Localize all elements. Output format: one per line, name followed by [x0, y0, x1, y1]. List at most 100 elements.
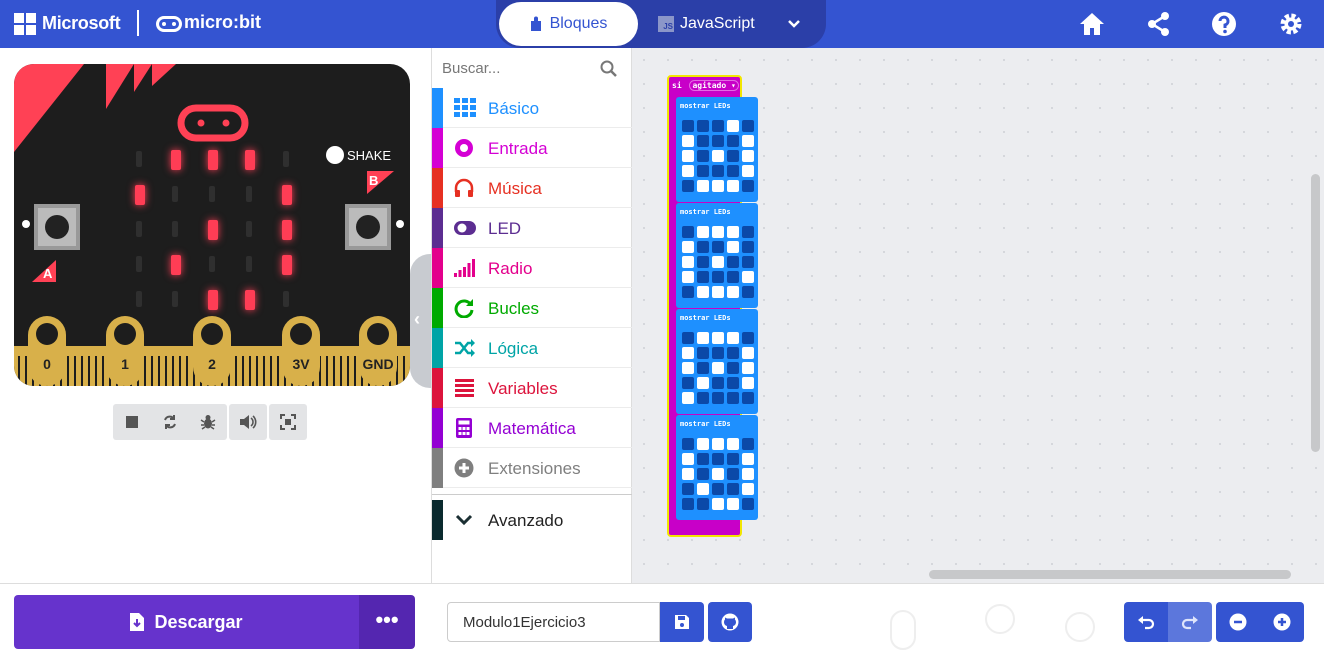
led-cell[interactable] — [727, 256, 739, 268]
led-cell[interactable] — [697, 135, 709, 147]
led-cell[interactable] — [712, 332, 724, 344]
led-cell[interactable] — [712, 226, 724, 238]
led-cell[interactable] — [682, 347, 694, 359]
led-cell[interactable] — [727, 120, 739, 132]
led-cell[interactable] — [712, 483, 724, 495]
led-cell[interactable] — [712, 377, 724, 389]
led-cell[interactable] — [697, 453, 709, 465]
led-cell[interactable] — [712, 241, 724, 253]
category-radio[interactable]: Radio — [432, 248, 632, 288]
category-matematica[interactable]: Matemática — [432, 408, 632, 448]
share-button[interactable] — [1145, 10, 1173, 38]
button-a[interactable] — [34, 204, 80, 250]
category-basico[interactable]: Básico — [432, 88, 632, 128]
category-logica[interactable]: Lógica — [432, 328, 632, 368]
led-cell[interactable] — [697, 332, 709, 344]
category-entrada[interactable]: Entrada — [432, 128, 632, 168]
category-led[interactable]: LED — [432, 208, 632, 248]
redo-button[interactable] — [1168, 602, 1212, 642]
download-button[interactable]: Descargar — [14, 595, 359, 649]
category-extensiones[interactable]: Extensiones — [432, 448, 632, 488]
led-cell[interactable] — [697, 271, 709, 283]
led-cell[interactable] — [742, 483, 754, 495]
led-cell[interactable] — [712, 271, 724, 283]
stop-button[interactable] — [113, 404, 151, 440]
led-cell[interactable] — [712, 150, 724, 162]
shake-button[interactable] — [326, 146, 344, 164]
led-cell[interactable] — [727, 135, 739, 147]
show-leds-block[interactable]: mostrar LEDs — [676, 415, 758, 520]
category-avanzado[interactable]: Avanzado — [432, 500, 632, 540]
led-cell[interactable] — [697, 362, 709, 374]
led-cell[interactable] — [712, 362, 724, 374]
more-options-button[interactable]: ••• — [359, 595, 415, 649]
on-shake-event-block[interactable]: si agitado ▾ mostrar LEDs mostrar LEDs m… — [667, 75, 758, 537]
led-cell[interactable] — [682, 468, 694, 480]
led-cell[interactable] — [697, 226, 709, 238]
led-cell[interactable] — [682, 453, 694, 465]
tab-javascript[interactable]: JS JavaScript — [658, 2, 768, 46]
led-cell[interactable] — [742, 150, 754, 162]
led-cell[interactable] — [697, 483, 709, 495]
blocks-workspace[interactable]: si agitado ▾ mostrar LEDs mostrar LEDs m… — [632, 48, 1324, 583]
led-cell[interactable] — [742, 286, 754, 298]
led-cell[interactable] — [697, 256, 709, 268]
led-cell[interactable] — [697, 468, 709, 480]
help-button[interactable] — [1210, 10, 1238, 38]
led-cell[interactable] — [742, 362, 754, 374]
led-cell[interactable] — [697, 286, 709, 298]
led-cell[interactable] — [727, 468, 739, 480]
led-cell[interactable] — [682, 165, 694, 177]
led-cell[interactable] — [727, 498, 739, 510]
led-cell[interactable] — [697, 392, 709, 404]
led-cell[interactable] — [712, 180, 724, 192]
pin-1[interactable] — [106, 316, 144, 386]
led-cell[interactable] — [682, 498, 694, 510]
category-musica[interactable]: Música — [432, 168, 632, 208]
led-cell[interactable] — [727, 392, 739, 404]
horizontal-scrollbar[interactable] — [929, 570, 1291, 579]
mute-button[interactable] — [229, 404, 267, 440]
language-menu-button[interactable] — [780, 10, 808, 38]
show-leds-block[interactable]: mostrar LEDs — [676, 203, 758, 308]
led-cell[interactable] — [727, 453, 739, 465]
led-cell[interactable] — [682, 438, 694, 450]
led-cell[interactable] — [727, 241, 739, 253]
pin-gnd[interactable] — [359, 316, 397, 386]
undo-button[interactable] — [1124, 602, 1168, 642]
search-icon[interactable] — [600, 60, 618, 78]
led-cell[interactable] — [742, 180, 754, 192]
led-cell[interactable] — [697, 120, 709, 132]
category-bucles[interactable]: Bucles — [432, 288, 632, 328]
led-cell[interactable] — [697, 347, 709, 359]
settings-button[interactable] — [1277, 10, 1305, 38]
led-cell[interactable] — [727, 377, 739, 389]
led-cell[interactable] — [712, 438, 724, 450]
led-cell[interactable] — [727, 362, 739, 374]
github-button[interactable] — [708, 602, 752, 642]
led-cell[interactable] — [712, 165, 724, 177]
led-cell[interactable] — [682, 286, 694, 298]
led-cell[interactable] — [742, 241, 754, 253]
led-cell[interactable] — [682, 332, 694, 344]
led-cell[interactable] — [742, 347, 754, 359]
led-cell[interactable] — [712, 135, 724, 147]
led-cell[interactable] — [697, 438, 709, 450]
led-cell[interactable] — [682, 362, 694, 374]
pin-2[interactable] — [193, 316, 231, 386]
led-cell[interactable] — [697, 498, 709, 510]
led-cell[interactable] — [682, 256, 694, 268]
vertical-scrollbar[interactable] — [1311, 174, 1320, 452]
led-cell[interactable] — [742, 120, 754, 132]
search-input[interactable] — [442, 56, 592, 80]
led-cell[interactable] — [742, 256, 754, 268]
pin-0[interactable] — [28, 316, 66, 386]
led-cell[interactable] — [742, 226, 754, 238]
tab-blocks[interactable]: Bloques — [499, 2, 638, 46]
led-cell[interactable] — [697, 377, 709, 389]
category-variables[interactable]: Variables — [432, 368, 632, 408]
show-leds-block[interactable]: mostrar LEDs — [676, 97, 758, 202]
led-cell[interactable] — [742, 271, 754, 283]
gesture-dropdown[interactable]: agitado ▾ — [689, 80, 739, 91]
led-cell[interactable] — [727, 150, 739, 162]
